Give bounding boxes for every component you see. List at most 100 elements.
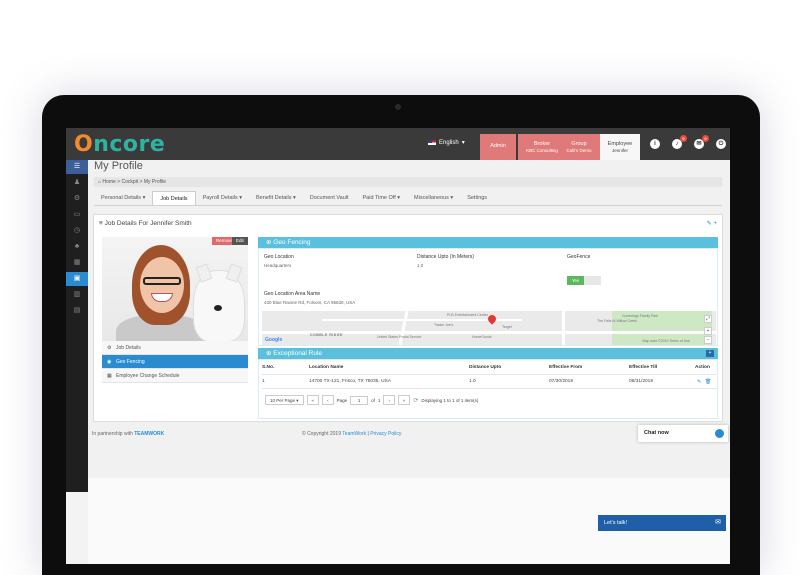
per-page-select[interactable]: 10 Per Page ▾ [265,395,304,405]
geofence-toggle[interactable]: Yes [567,276,601,285]
footer-copyright: © Copyright 2019 TeamWork | Privacy Poli… [302,431,401,437]
tab-label: Benefit Details [256,195,292,201]
teamwork-link[interactable]: TeamWork [342,431,366,437]
privacy-policy-link[interactable]: Privacy Policy [370,431,401,437]
left-rail: ☰ ♟ ⚙ ▭ ◷ ♣ ▦ ▣ ▥ ▤ [66,160,88,492]
refresh-icon[interactable]: ⟳ [413,397,418,404]
bell-icon[interactable]: ♪ 0 [672,135,687,149]
lets-talk-bar[interactable]: Let's talk! ✉ [598,515,726,531]
oncore-logo[interactable]: Oncore [74,132,165,157]
document-icon[interactable]: ▤ [66,304,88,318]
language-label: English [439,139,459,146]
language-selector[interactable]: English ▾ [428,139,465,146]
google-logo: Google [265,337,283,343]
map-label: United States Postal Service [377,335,422,339]
side-item-label: Employee Change Schedule [116,373,180,379]
prev-page-button[interactable]: ‹ [322,395,334,405]
breadcrumb-cockpit[interactable]: Cockpit [121,179,138,185]
page-label: Page [336,397,348,403]
tab-settings[interactable]: Settings [460,191,494,206]
side-item-label: Job Details [116,345,141,351]
breadcrumb-home[interactable]: Home [102,179,115,185]
geo-location-value: Headquarters [264,263,292,268]
zoom-in-icon[interactable]: + [704,327,712,335]
zoom-out-icon[interactable]: − [704,336,712,344]
page-input[interactable]: 1 [350,395,369,405]
mail-icon[interactable]: ✉ 0 [694,135,709,149]
power-icon[interactable]: ⏻ [716,139,726,149]
dog-ear-right [225,263,243,283]
tab-benefit-details[interactable]: Benefit Details ▾ [249,191,303,206]
building-icon[interactable]: ▦ [66,256,88,270]
page-title: My Profile [94,160,143,172]
distance-value: 1.0 [417,263,424,268]
pager-summary: Displaying 1 to 1 of 1 item(s) [421,397,479,403]
map-road [562,311,565,345]
of-label: of [371,397,375,403]
clock-icon[interactable]: ◷ [66,224,88,238]
chart-icon[interactable]: ▥ [66,288,88,302]
lets-talk-label: Let's talk! [604,520,628,526]
plus-icon[interactable]: + [713,221,717,227]
next-page-button[interactable]: › [383,395,395,405]
chat-now-widget[interactable]: Chat now [638,425,728,442]
card-title-text: Job Details For Jennifer Smith [104,220,192,227]
tab-label: Payroll Details [202,195,238,201]
map-label: Target [502,325,512,329]
map-label: COBBLE RIDGE [310,333,343,337]
chat-bubble-icon [715,429,724,438]
teamwork-logo[interactable]: TEAMWORK [134,431,164,437]
partnership-text: In partnership with [92,431,133,437]
list-icon: ≡ [99,220,103,227]
plus-circle-icon: ⊕ [266,350,272,357]
menu-icon[interactable]: ☰ [66,160,88,174]
pagination: 10 Per Page ▾ « ‹ Page 1 of 1 › » ⟳ Disp… [265,394,478,406]
table-divider [262,388,716,389]
tab-miscellaneous[interactable]: Miscellaneous ▾ [407,191,460,206]
add-rule-button[interactable]: + [706,350,714,357]
last-page-button[interactable]: » [397,395,411,405]
map-pin-icon[interactable] [486,313,498,325]
info-icon[interactable]: i [650,139,660,149]
card-icon[interactable]: ▭ [66,208,88,222]
tab-job-details[interactable]: Job Details [152,191,196,206]
side-item-geo-fencing[interactable]: ◉ Geo Fencing [102,355,248,369]
briefcase-icon[interactable]: ▣ [66,272,88,286]
cell-effective-till: 08/31/2019 [629,379,654,384]
role-tab-employee[interactable]: Employee Jennifer [600,134,640,160]
card-tools: ✎ + [707,220,717,227]
tab-payroll-details[interactable]: Payroll Details ▾ [196,191,249,206]
trash-icon[interactable]: 🗑 [705,379,711,385]
area-name-value: 430 Blue Ravine Rd, Folsom, CA 95630, US… [264,300,356,305]
users-icon[interactable]: ♟ [66,176,88,190]
cell-effective-from: 07/30/2019 [549,379,574,384]
tab-label: Settings [467,195,488,201]
tab-paid-time-off[interactable]: Paid Time Off ▾ [356,191,408,206]
role-tab-group[interactable]: Group Calli's Demo [558,134,600,160]
tab-personal-details[interactable]: Personal Details ▾ [94,191,152,206]
distance-label: Distance Upto (In Meters) [417,254,474,260]
group-icon[interactable]: ♣ [66,240,88,254]
geo-map[interactable]: PLB Entertainment Center Trader Joe's Un… [262,311,716,345]
edit-icon[interactable]: ✎ [697,379,701,385]
role-tab-admin[interactable]: Admin [480,134,516,160]
cell-location: 14700 TX-121, Frisco, TX 75035, USA [309,379,391,384]
tab-document-vault[interactable]: Document Vault [303,191,356,206]
gear-icon[interactable]: ⚙ [66,192,88,206]
breadcrumb-current: My Profile [143,179,167,185]
profile-tabs: Personal Details ▾ Job Details Payroll D… [94,191,494,206]
tab-label: Paid Time Off [362,195,396,201]
screen: Oncore English ▾ Admin Broker KBC Consul… [66,128,730,564]
chat-icon: ✉ [715,519,721,526]
map-label: The Falls At Willow Creek [597,319,637,323]
fullscreen-icon[interactable]: ⤢ [704,315,712,323]
top-bar: Oncore English ▾ Admin Broker KBC Consul… [66,128,730,160]
pencil-icon[interactable]: ✎ [707,221,712,227]
logo-mark: O [74,132,94,157]
side-item-job-details[interactable]: ⚙ Job Details [102,341,248,355]
edit-photo-button[interactable]: Edit [232,237,248,245]
footer-separator: | [367,431,369,437]
side-item-employee-change-schedule[interactable]: ▦ Employee Change Schedule [102,369,248,383]
first-page-button[interactable]: « [306,395,320,405]
role-title: Admin [490,143,506,150]
